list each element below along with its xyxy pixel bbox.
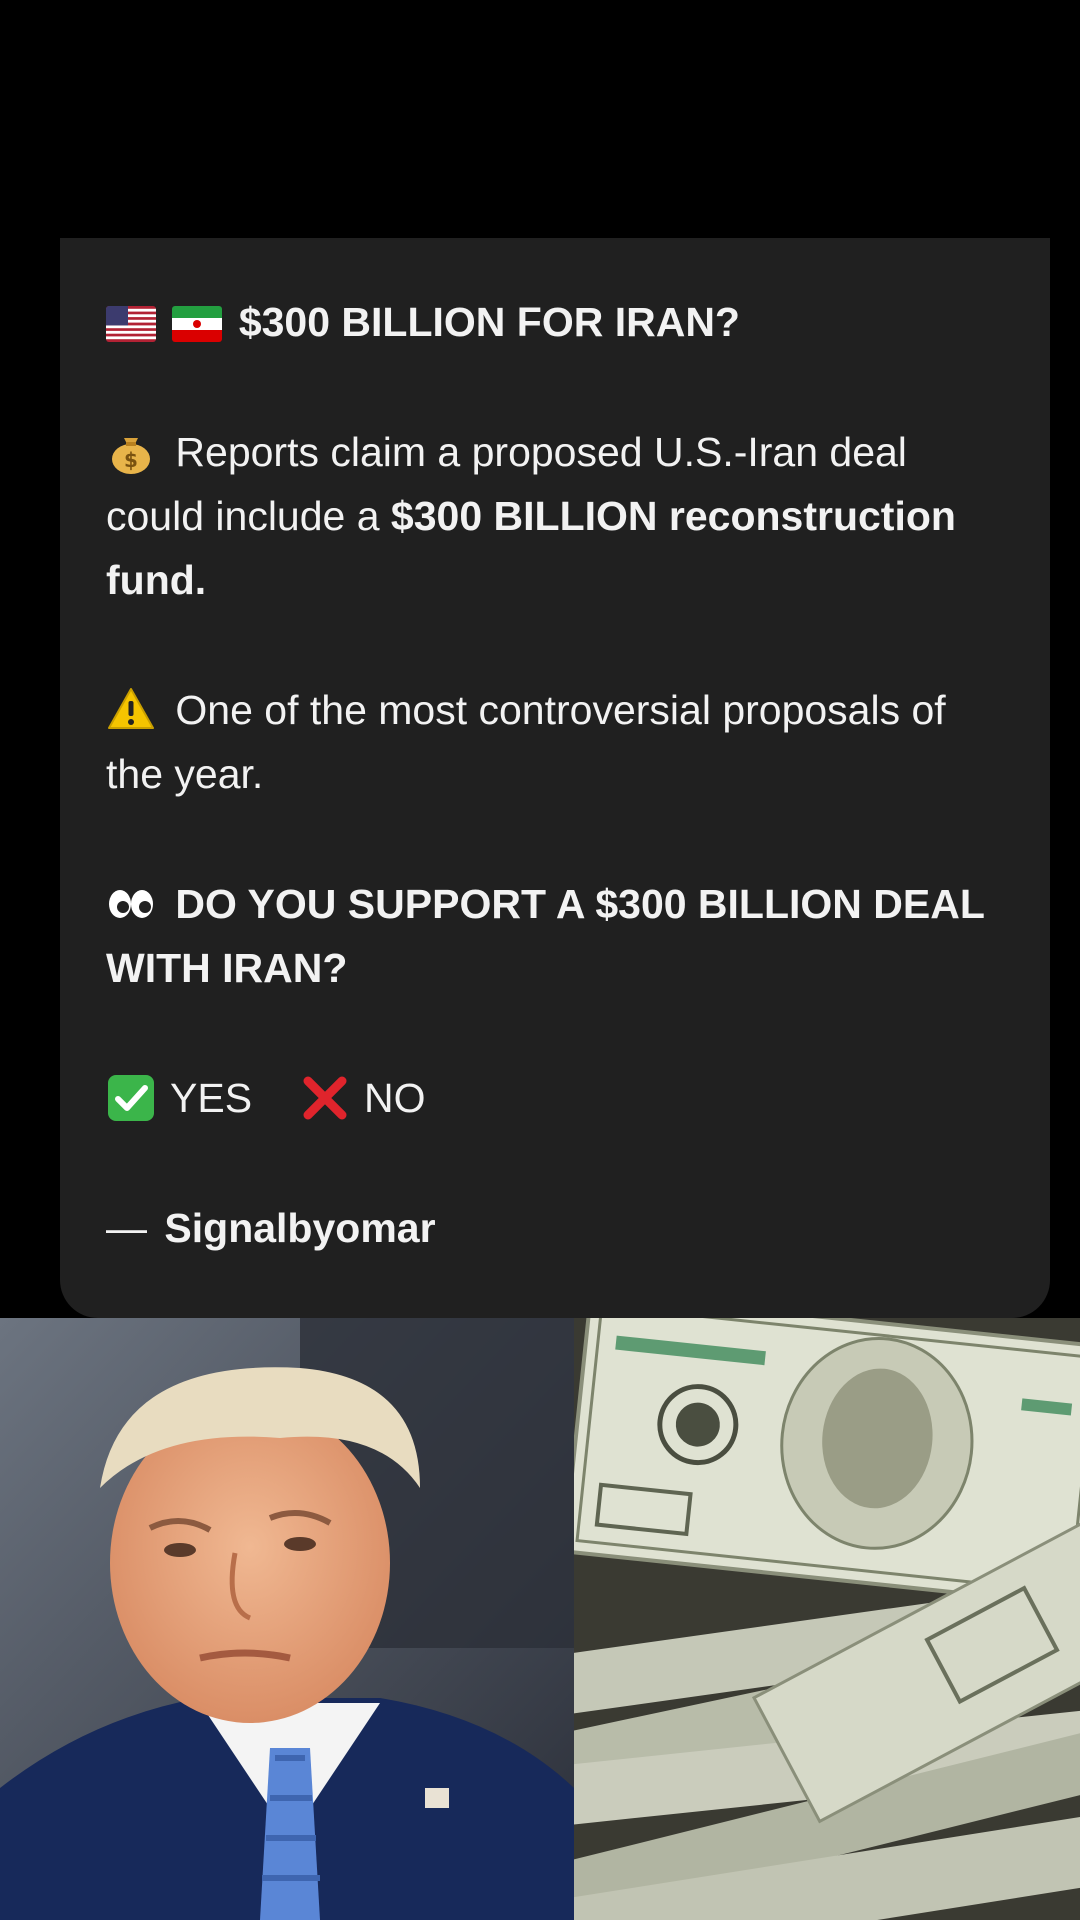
vote-yes-label: YES	[170, 1075, 253, 1121]
warning-icon	[106, 684, 156, 734]
photo-collage	[0, 1318, 1080, 1920]
vote-no-option[interactable]: NO	[300, 1066, 426, 1130]
vote-no-label: NO	[364, 1075, 426, 1121]
svg-text:$: $	[124, 448, 138, 472]
eyes-icon	[106, 878, 156, 928]
check-mark-icon	[106, 1073, 156, 1123]
cross-mark-icon	[300, 1073, 350, 1123]
post-paragraph-1: $ Reports claim a proposed U.S.-Iran dea…	[106, 420, 1004, 612]
signature-dash: —	[106, 1205, 147, 1251]
signature-name: Signalbyomar	[164, 1205, 436, 1251]
iran-flag-icon	[172, 306, 223, 342]
portrait-photo[interactable]	[0, 1318, 574, 1920]
us-flag-icon	[106, 306, 156, 342]
post-question: DO YOU SUPPORT A $300 BILLION DEAL WITH …	[106, 872, 1004, 1000]
vote-yes-option[interactable]: YES	[106, 1066, 252, 1130]
post-headline: $300 BILLION FOR IRAN?	[238, 299, 740, 345]
paragraph-2-text: One of the most controversial proposals …	[106, 687, 946, 797]
post-headline-line: $300 BILLION FOR IRAN?	[106, 290, 1004, 354]
post-card: $300 BILLION FOR IRAN? $ Reports claim a…	[60, 238, 1050, 1318]
screen: $300 BILLION FOR IRAN? $ Reports claim a…	[0, 0, 1080, 1920]
post-paragraph-2: One of the most controversial proposals …	[106, 678, 1004, 806]
money-bag-icon: $	[106, 426, 156, 476]
money-stack-photo[interactable]	[574, 1318, 1080, 1920]
post-signature: — Signalbyomar	[106, 1196, 1004, 1260]
question-text: DO YOU SUPPORT A $300 BILLION DEAL WITH …	[106, 881, 985, 991]
vote-options: YES NO	[106, 1066, 1004, 1130]
